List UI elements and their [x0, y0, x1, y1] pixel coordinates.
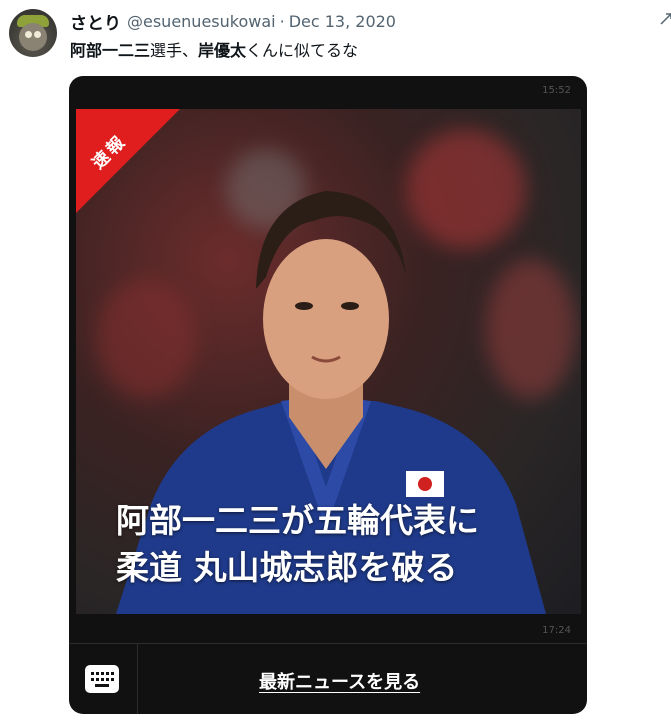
tweet-text-bold-1: 阿部一二三: [70, 41, 151, 60]
news-photo[interactable]: 速報 阿部一二三が五輪代表に 柔道 丸山城志郎を破る: [76, 109, 581, 614]
tweet-text-plain-2: くんに似てるな: [246, 41, 359, 60]
tweet-text-plain-1: 選手、: [150, 41, 199, 60]
card-divider: [69, 643, 587, 644]
card-time-top: 15:52: [542, 85, 571, 96]
header-separator: ·: [279, 11, 285, 31]
news-headline: 阿部一二三が五輪代表に 柔道 丸山城志郎を破る: [116, 497, 556, 591]
card-time-bottom: 17:24: [542, 625, 571, 636]
tweet-text: 阿部一二三選手、岸優太くんに似てるな: [70, 37, 358, 61]
avatar[interactable]: [9, 9, 57, 57]
headline-line-2: 柔道 丸山城志郎を破る: [116, 548, 458, 587]
user-handle[interactable]: @esuenuesukowai: [127, 12, 276, 31]
more-dots-icon[interactable]: [659, 12, 671, 26]
display-name[interactable]: さとり: [70, 9, 121, 34]
tweet-header: さとり @esuenuesukowai · Dec 13, 2020: [70, 9, 396, 34]
tweet-text-bold-2: 岸優太: [198, 41, 247, 60]
card-vertical-divider: [137, 644, 138, 714]
avatar-face: [19, 23, 47, 51]
latest-news-link[interactable]: 最新ニュースを見る: [259, 668, 420, 694]
avatar-eye-left: [25, 31, 32, 38]
tweet-date[interactable]: Dec 13, 2020: [289, 12, 396, 31]
keyboard-icon[interactable]: [84, 664, 120, 694]
headline-line-1: 阿部一二三が五輪代表に: [116, 501, 479, 540]
avatar-eye-right: [34, 31, 41, 38]
tweet-card[interactable]: 15:52 速報 阿部一二三が五輪代表に 柔道 丸山城志郎を破る 17:24 最…: [69, 76, 587, 714]
